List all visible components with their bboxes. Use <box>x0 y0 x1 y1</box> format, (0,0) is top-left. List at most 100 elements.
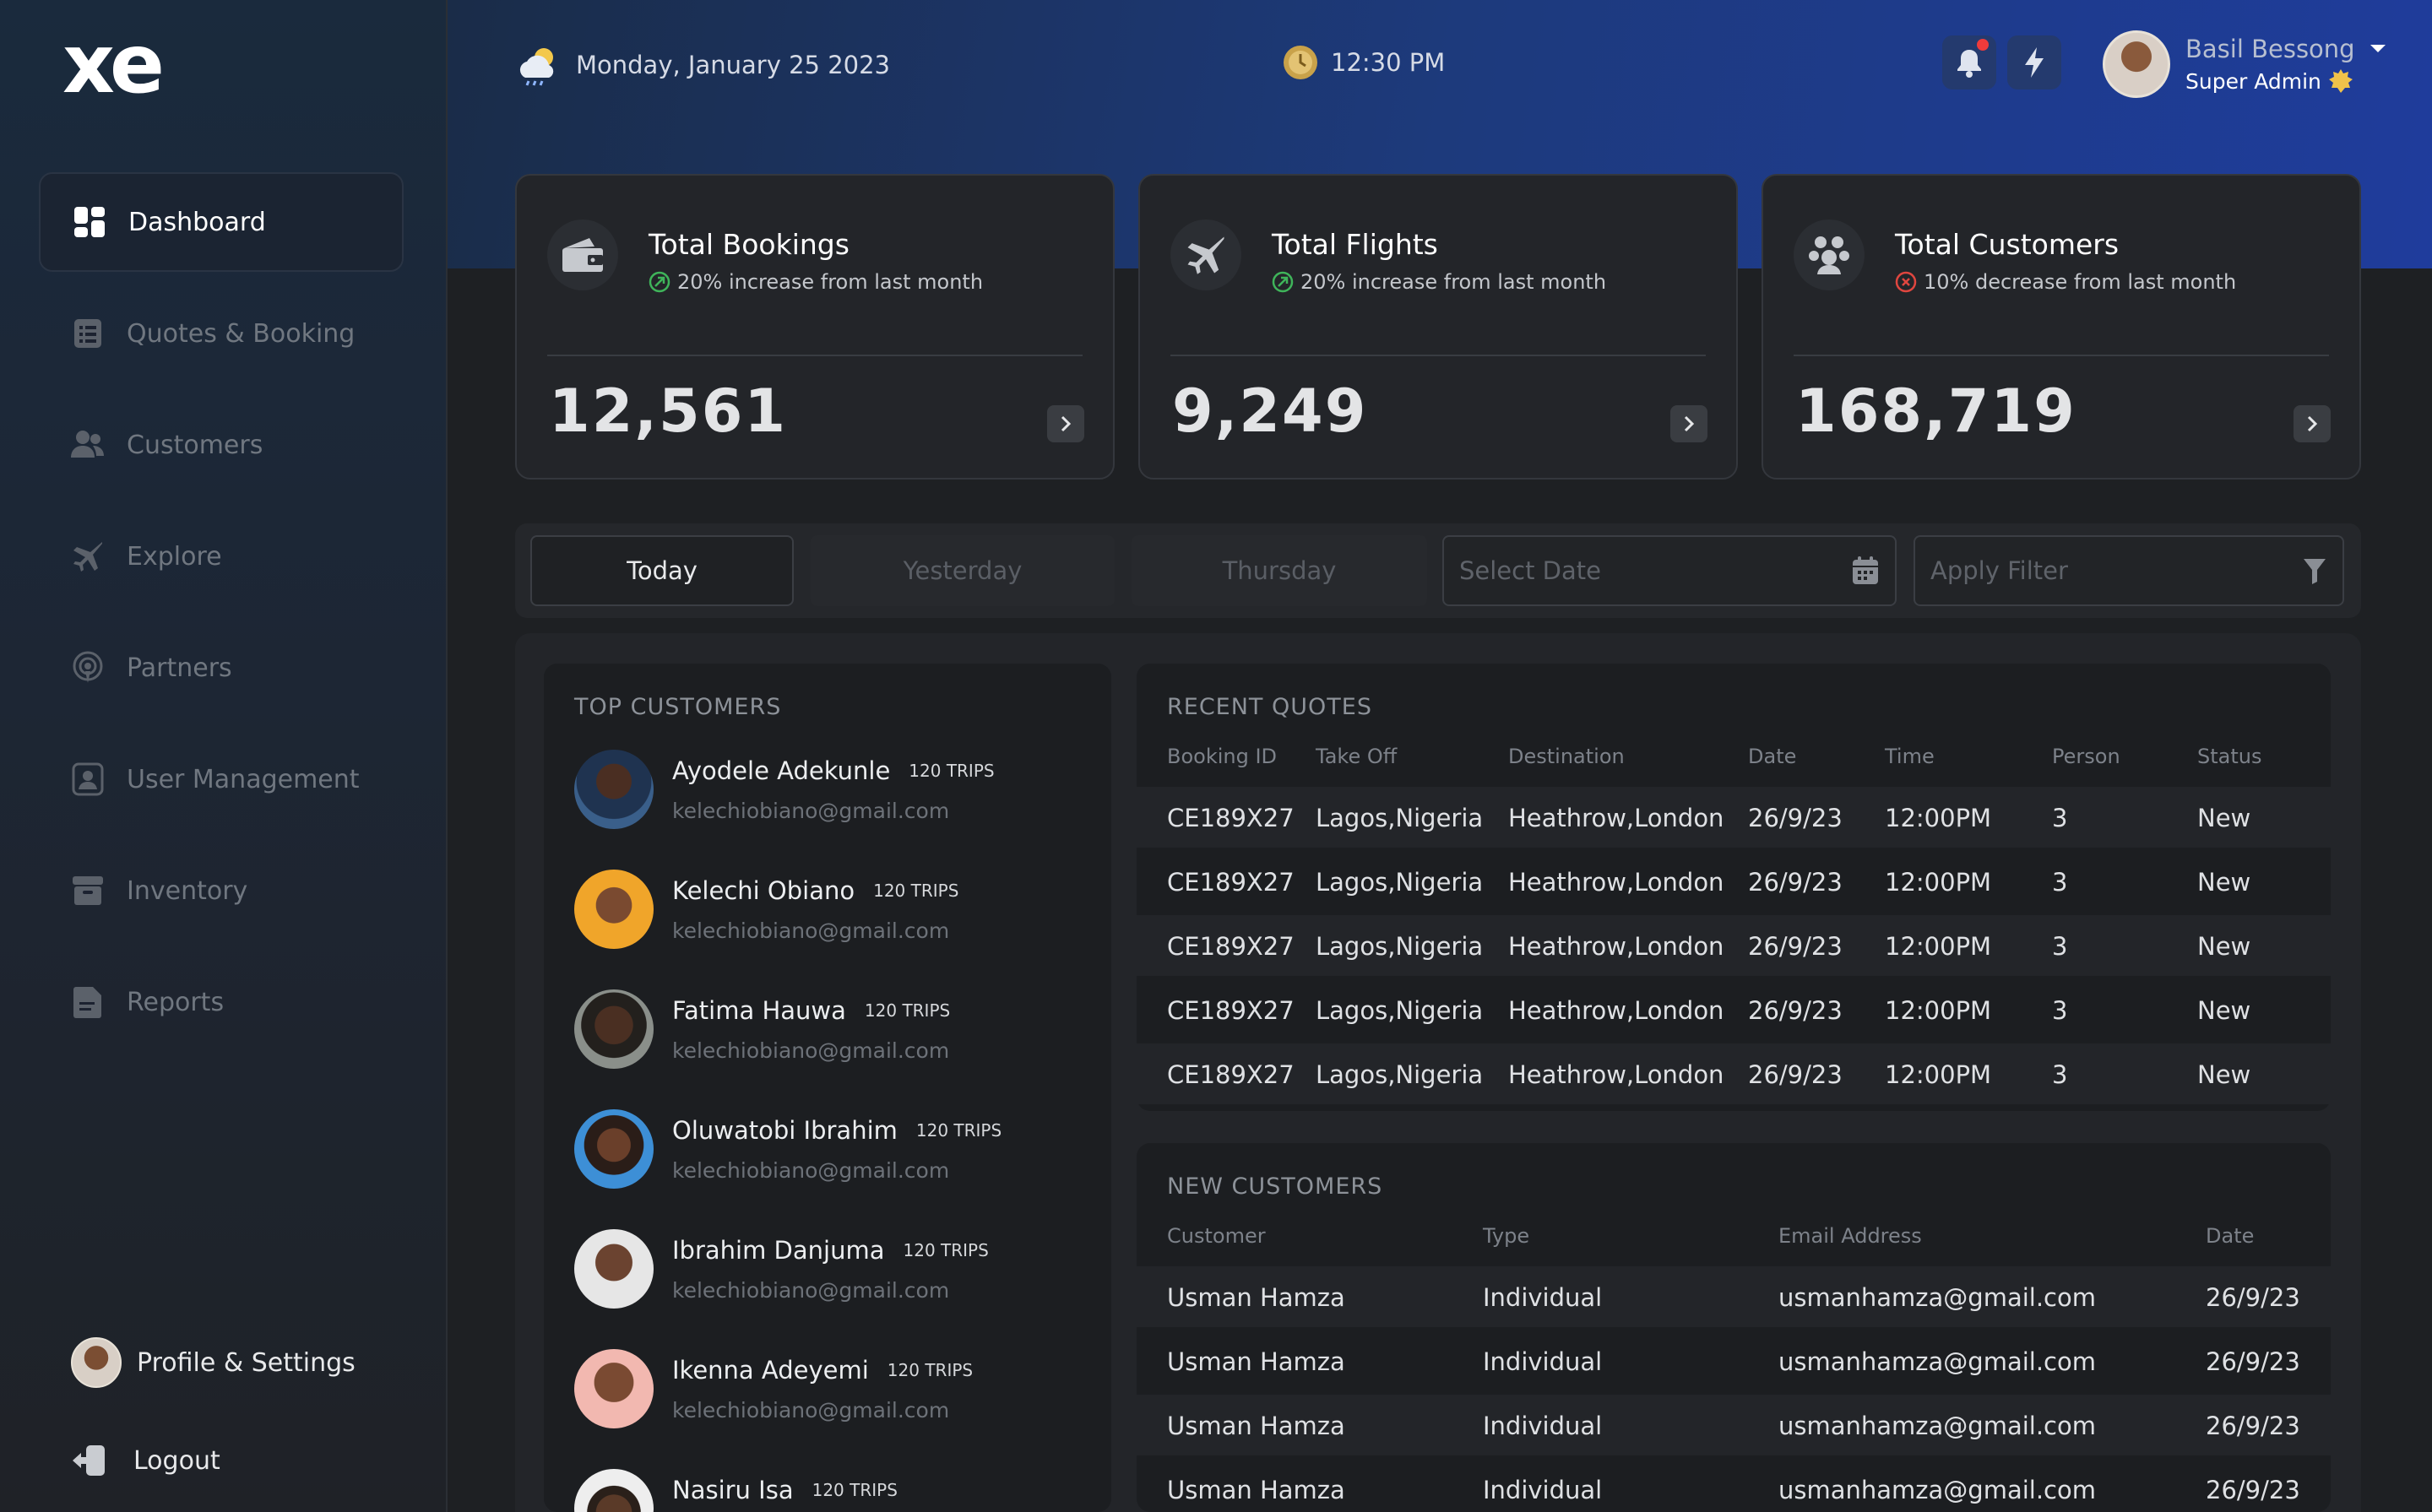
cell-person: 3 <box>2052 996 2068 1025</box>
cell-status: New <box>2197 996 2251 1025</box>
customer-item[interactable]: Ibrahim Danjuma 120 TRIPS kelechiobiano@gm… <box>574 1229 989 1309</box>
select-date-field[interactable]: Select Date <box>1442 535 1897 606</box>
table-row[interactable]: CE189X27 Lagos,Nigeria Heathrow,London 2… <box>1137 979 2331 1040</box>
view-bookings-button[interactable] <box>1047 405 1084 442</box>
cell-time: 12:00PM <box>1885 1060 1992 1089</box>
column-header: Booking ID <box>1167 745 1278 768</box>
customer-trips: 120 TRIPS <box>873 881 959 901</box>
broadcast-icon <box>71 651 105 685</box>
sidebar-item-reports[interactable]: Reports <box>39 952 404 1052</box>
column-header: Type <box>1483 1224 1530 1248</box>
cell-type: Individual <box>1483 1283 1603 1312</box>
cell-destination: Heathrow,London <box>1508 804 1724 832</box>
cell-take-off: Lagos,Nigeria <box>1316 1060 1484 1089</box>
divider <box>547 355 1083 356</box>
cell-customer: Usman Hamza <box>1167 1476 1345 1504</box>
customer-email: kelechiobiano@gmail.com <box>672 1398 950 1423</box>
sidebar-item-quotes-booking[interactable]: Quotes & Booking <box>39 284 404 383</box>
logout-button[interactable]: Logout <box>71 1444 220 1477</box>
profile-avatar <box>71 1337 122 1388</box>
cell-customer: Usman Hamza <box>1167 1283 1345 1312</box>
group-icon <box>1794 219 1865 290</box>
table-row[interactable]: CE189X27 Lagos,Nigeria Heathrow,London 2… <box>1137 1043 2331 1104</box>
cell-date: 26/9/23 <box>2206 1412 2300 1440</box>
chevron-down-icon <box>2369 43 2387 55</box>
cell-person: 3 <box>2052 932 2068 961</box>
customer-trips: 120 TRIPS <box>812 1480 898 1500</box>
customer-name: Kelechi Obiano <box>672 876 855 905</box>
cell-email: usmanhamza@gmail.com <box>1778 1283 2096 1312</box>
stat-change-text: 20% increase from last month <box>1300 270 1607 294</box>
apply-filter-field[interactable]: Apply Filter <box>1914 535 2344 606</box>
stat-value: 9,249 <box>1172 377 1368 446</box>
customer-avatar <box>574 750 654 829</box>
table-row[interactable]: Usman Hamza Individual usmanhamza@gmail.… <box>1137 1266 2331 1327</box>
view-customers-button[interactable] <box>2294 405 2331 442</box>
sidebar-item-partners[interactable]: Partners <box>39 618 404 718</box>
stat-title: Total Flights <box>1272 228 1438 261</box>
user-avatar <box>2103 30 2170 98</box>
tab-today[interactable]: Today <box>530 535 794 606</box>
user-card-icon <box>71 762 105 796</box>
cell-date: 26/9/23 <box>1748 868 1843 897</box>
stat-change: 20% increase from last month <box>1272 270 1606 294</box>
customer-name: Ayodele Adekunle <box>672 756 891 785</box>
cell-booking-id: CE189X27 <box>1167 932 1295 961</box>
customer-item[interactable]: Oluwatobi Ibrahim 120 TRIPS kelechiobiano@… <box>574 1109 1002 1189</box>
customer-item[interactable]: Fatima Hauwa 120 TRIPS kelechiobiano@gmail… <box>574 989 950 1069</box>
customer-item[interactable]: Ikenna Adeyemi 120 TRIPS kelechiobiano@gma… <box>574 1349 973 1428</box>
profile-settings-label: Profile & Settings <box>137 1347 356 1378</box>
cell-destination: Heathrow,London <box>1508 996 1724 1025</box>
badge-star-icon <box>2328 68 2353 94</box>
cell-date: 26/9/23 <box>2206 1476 2300 1504</box>
dashboard-content: TOP CUSTOMERS Ayodele Adekunle 120 TRIPS k… <box>515 633 2361 1512</box>
view-flights-button[interactable] <box>1670 405 1707 442</box>
table-row[interactable]: CE189X27 Lagos,Nigeria Heathrow,London 2… <box>1137 851 2331 912</box>
sidebar-item-explore[interactable]: Explore <box>39 507 404 606</box>
customer-name: Nasiru Isa <box>672 1476 794 1504</box>
sidebar-item-dashboard[interactable]: Dashboard <box>39 172 404 272</box>
stat-card-flights: Total Flights 20% increase from last mon… <box>1138 174 1738 480</box>
customer-avatar <box>574 1229 654 1309</box>
profile-settings-link[interactable]: Profile & Settings <box>71 1337 356 1388</box>
sidebar-item-inventory[interactable]: Inventory <box>39 841 404 940</box>
brand-logo[interactable]: xe <box>62 24 165 105</box>
customer-name: Oluwatobi Ibrahim <box>672 1116 898 1145</box>
notifications-button[interactable] <box>1942 35 1996 89</box>
customer-item[interactable]: Kelechi Obiano 120 TRIPS kelechiobiano@gma… <box>574 870 958 949</box>
tab-thursday[interactable]: Thursday <box>1132 535 1427 606</box>
user-menu[interactable]: Basil Bessong Super Admin <box>2103 30 2387 98</box>
header-time: 12:30 PM <box>1282 44 1445 81</box>
table-row[interactable]: CE189X27 Lagos,Nigeria Heathrow,London 2… <box>1137 787 2331 848</box>
quick-actions-button[interactable] <box>2007 35 2061 89</box>
cell-customer: Usman Hamza <box>1167 1347 1345 1376</box>
cell-date: 26/9/23 <box>2206 1283 2300 1312</box>
tab-yesterday[interactable]: Yesterday <box>811 535 1115 606</box>
trend-up-icon <box>649 271 670 293</box>
table-row[interactable]: Usman Hamza Individual usmanhamza@gmail.… <box>1137 1459 2331 1512</box>
divider <box>1794 355 2329 356</box>
cell-booking-id: CE189X27 <box>1167 1060 1295 1089</box>
cell-status: New <box>2197 804 2251 832</box>
customer-item[interactable]: Nasiru Isa 120 TRIPS <box>574 1469 898 1512</box>
stat-value: 168,719 <box>1795 377 2076 446</box>
cell-status: New <box>2197 868 2251 897</box>
customer-item[interactable]: Ayodele Adekunle 120 TRIPS kelechiobiano@g… <box>574 750 995 829</box>
dashboard-icon <box>73 205 106 239</box>
cell-booking-id: CE189X27 <box>1167 868 1295 897</box>
logout-icon <box>71 1444 108 1477</box>
select-date-placeholder: Select Date <box>1459 556 1601 585</box>
cell-email: usmanhamza@gmail.com <box>1778 1412 2096 1440</box>
stat-change-text: 20% increase from last month <box>677 270 984 294</box>
cell-booking-id: CE189X27 <box>1167 996 1295 1025</box>
table-row[interactable]: Usman Hamza Individual usmanhamza@gmail.… <box>1137 1395 2331 1455</box>
clock-icon <box>1282 44 1319 81</box>
column-header: Date <box>2206 1224 2255 1248</box>
cell-date: 26/9/23 <box>1748 1060 1843 1089</box>
user-role: Super Admin <box>2185 68 2321 94</box>
filter-icon <box>2302 556 2327 585</box>
table-row[interactable]: Usman Hamza Individual usmanhamza@gmail.… <box>1137 1330 2331 1391</box>
sidebar-item-customers[interactable]: Customers <box>39 395 404 495</box>
sidebar-item-user-management[interactable]: User Management <box>39 729 404 829</box>
table-row[interactable]: CE189X27 Lagos,Nigeria Heathrow,London 2… <box>1137 915 2331 976</box>
